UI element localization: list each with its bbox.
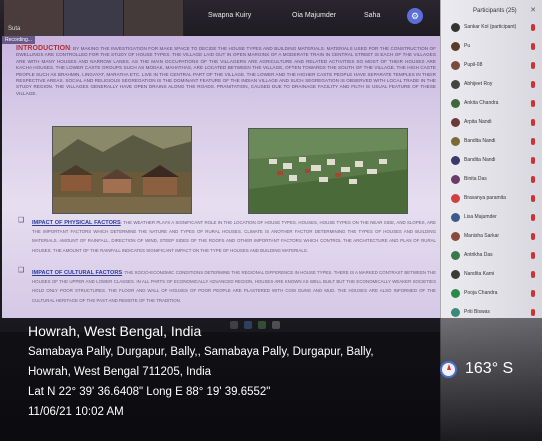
participant-name: Ankita Chandra	[464, 100, 499, 106]
participant-name: Antrikha Das	[464, 252, 493, 258]
participant-name: Binita Das	[464, 176, 487, 182]
mic-muted-icon[interactable]	[531, 214, 535, 221]
avatar	[451, 213, 460, 222]
participant-name: Bandita Nandi	[464, 157, 496, 163]
participant-name: Swapna Kuiry	[208, 12, 252, 19]
avatar	[451, 137, 460, 146]
avatar	[451, 289, 460, 298]
avatar	[451, 251, 460, 260]
avatar	[451, 80, 460, 89]
avatar	[451, 232, 460, 241]
physical-factors-section: IMPACT OF PHYSICAL FACTORS: THE WEATHER …	[32, 217, 436, 254]
participant-name: Arpita Nandi	[464, 119, 492, 125]
address-line: Howrah, West Bengal 711205, India	[28, 366, 212, 378]
participant-name: Priti Biswas	[464, 309, 490, 315]
mic-muted-icon[interactable]	[531, 233, 535, 240]
coordinates: Lat N 22° 39' 36.6408" Long E 88° 19' 39…	[28, 386, 271, 398]
participant-row[interactable]: Nandita Karni	[451, 269, 539, 281]
participant-name: Sankar Kol (participant)	[464, 24, 517, 30]
participant-row[interactable]: Ankita Chandra	[451, 98, 539, 110]
video-tile[interactable]: Suta	[4, 0, 64, 36]
participant-name: Pupil-08	[464, 62, 483, 68]
settings-icon[interactable]: ⚙	[407, 8, 423, 24]
participant-row[interactable]: Lisa Majumder	[451, 212, 539, 224]
shared-slide: Recording... INTRODUCTION: BY MAKING THE…	[2, 36, 440, 318]
compass-heading: 163° S	[465, 360, 514, 377]
participant-name: Pu	[464, 43, 471, 49]
participant-name: Oia Majumder	[292, 12, 336, 19]
participant-row[interactable]: Sankar Kol (participant)	[451, 22, 539, 34]
participant-row[interactable]: Bandita Nandi	[451, 155, 539, 167]
participant-row[interactable]: Bravanya paramita	[451, 193, 539, 205]
mic-muted-icon[interactable]	[531, 309, 535, 316]
recording-badge: Recording...	[2, 36, 35, 44]
checkbox-bullet-icon: ❑	[18, 267, 25, 274]
participant-row[interactable]: Bandita Nandi	[451, 136, 539, 148]
avatar	[451, 175, 460, 184]
location-title: Howrah, West Bengal, India	[28, 323, 202, 339]
participant-name: Manisha Sarkar	[464, 233, 500, 239]
mic-muted-icon[interactable]	[531, 252, 535, 259]
meeting-participant-strip: Suta Swapna Kuiry Oia Majumder Saha ⚙	[0, 0, 440, 36]
participant-name: Bravanya paramita	[464, 195, 506, 201]
address-line: Samabaya Pally, Durgapur, Bally,, Samaba…	[28, 346, 374, 358]
section-heading: IMPACT OF CULTURAL FACTORS	[32, 270, 123, 276]
video-tile[interactable]	[64, 0, 124, 36]
avatar	[451, 118, 460, 127]
panel-title: Participants (25)	[473, 8, 517, 14]
intro-paragraph: INTRODUCTION: BY MAKING THE INVESTIGATIO…	[16, 45, 436, 97]
compass-icon	[440, 361, 457, 378]
participant-row[interactable]: Pu	[451, 41, 539, 53]
avatar	[451, 99, 460, 108]
avatar	[451, 23, 460, 32]
participant-name: Bandita Nandi	[464, 138, 496, 144]
mic-muted-icon[interactable]	[531, 290, 535, 297]
participant-row[interactable]: Manisha Sarkar	[451, 231, 539, 243]
participant-name: Lisa Majumder	[464, 214, 497, 220]
avatar	[451, 270, 460, 279]
avatar	[451, 308, 460, 317]
participant-row[interactable]: Binita Das	[451, 174, 539, 186]
participant-name: Abhijeet Roy	[464, 81, 493, 87]
avatar	[451, 61, 460, 70]
mic-muted-icon[interactable]	[531, 81, 535, 88]
intro-heading: INTRODUCTION	[16, 45, 71, 52]
avatar	[451, 156, 460, 165]
mic-muted-icon[interactable]	[531, 24, 535, 31]
village-photo	[52, 126, 192, 214]
close-icon[interactable]: ✕	[530, 6, 536, 14]
participant-row[interactable]: Pooja Chandra	[451, 288, 539, 300]
participant-name: Nandita Karni	[464, 271, 495, 277]
participant-name: Pooja Chandra	[464, 290, 498, 296]
avatar	[451, 194, 460, 203]
mic-muted-icon[interactable]	[531, 43, 535, 50]
tile-name: Suta	[8, 26, 21, 32]
mic-muted-icon[interactable]	[531, 157, 535, 164]
mic-muted-icon[interactable]	[531, 176, 535, 183]
intro-text: : BY MAKING THE INVESTIGATION FOR MAKE S…	[16, 46, 436, 96]
participant-name: Saha	[364, 12, 381, 19]
timestamp: 11/06/21 10:02 AM	[28, 406, 124, 418]
section-heading: IMPACT OF PHYSICAL FACTORS	[32, 220, 121, 226]
mic-muted-icon[interactable]	[531, 195, 535, 202]
checkbox-bullet-icon: ❑	[18, 217, 25, 224]
participant-row[interactable]: Arpita Nandi	[451, 117, 539, 129]
participant-row[interactable]: Antrikha Das	[451, 250, 539, 262]
participant-row[interactable]: Pupil-08	[451, 60, 539, 72]
mic-muted-icon[interactable]	[531, 119, 535, 126]
participant-row[interactable]: Abhijeet Roy	[451, 79, 539, 91]
mic-muted-icon[interactable]	[531, 271, 535, 278]
mic-muted-icon[interactable]	[531, 100, 535, 107]
avatar	[451, 42, 460, 51]
video-tile[interactable]	[124, 0, 184, 36]
aerial-village-photo	[248, 128, 408, 214]
cultural-factors-section: IMPACT OF CULTURAL FACTORS: THE SOCIO-EC…	[32, 267, 436, 304]
mic-muted-icon[interactable]	[531, 62, 535, 69]
mic-muted-icon[interactable]	[531, 138, 535, 145]
